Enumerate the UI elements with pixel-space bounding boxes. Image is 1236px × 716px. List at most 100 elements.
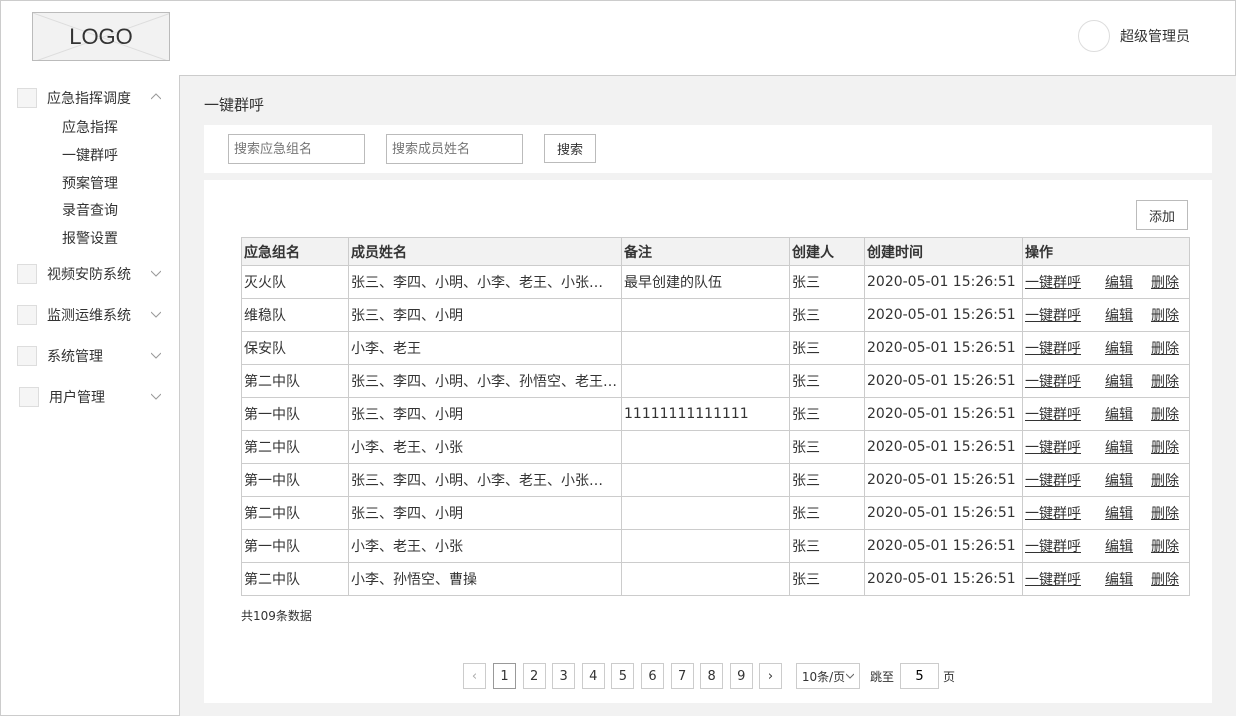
column-header-members[interactable]: 成员姓名 (348, 237, 622, 266)
jump-page-input[interactable] (900, 663, 939, 689)
delete-link[interactable]: 删除 (1151, 407, 1179, 423)
page-button[interactable]: 5 (611, 663, 635, 689)
edit-link[interactable]: 编辑 (1105, 473, 1133, 489)
cell-actions: 一键群呼 编辑 删除 (1022, 331, 1190, 365)
edit-link[interactable]: 编辑 (1105, 341, 1133, 357)
prev-page-button[interactable]: ‹ (463, 663, 486, 689)
cell-created-time: 2020-05-01 15:26:51 (864, 562, 1023, 596)
cell-members: 小李、老王、小张 (348, 430, 622, 464)
delete-link[interactable]: 删除 (1151, 506, 1179, 522)
member-name-search-input[interactable] (386, 134, 523, 164)
chevron-down-icon (151, 352, 161, 359)
column-header-remark[interactable]: 备注 (621, 237, 790, 266)
sidebar-group-user-management[interactable]: 用户管理 (19, 386, 169, 408)
delete-link[interactable]: 删除 (1151, 473, 1179, 489)
edit-link[interactable]: 编辑 (1105, 374, 1133, 390)
chevron-down-icon (151, 393, 161, 400)
edit-link[interactable]: 编辑 (1105, 506, 1133, 522)
page-button[interactable]: 8 (700, 663, 724, 689)
cell-actions: 一键群呼 编辑 删除 (1022, 364, 1190, 398)
table-row: 灭火队 张三、李四、小明、小李、老王、小张… 最早创建的队伍 张三 2020-05-01… (241, 265, 1190, 299)
search-button[interactable]: 搜索 (544, 134, 596, 163)
cell-actions: 一键群呼 编辑 删除 (1022, 298, 1190, 332)
page-button[interactable]: 9 (729, 663, 753, 689)
cell-created-time: 2020-05-01 15:26:51 (864, 298, 1023, 332)
column-header-creator[interactable]: 创建人 (789, 237, 865, 266)
sidebar-group-system-management[interactable]: 系统管理 (17, 345, 167, 367)
group-name-search-input[interactable] (228, 134, 365, 164)
edit-link[interactable]: 编辑 (1105, 539, 1133, 555)
sidebar-item-emergency-command[interactable]: 应急指挥 (62, 118, 118, 138)
page-button[interactable]: 3 (552, 663, 576, 689)
cell-created-time: 2020-05-01 15:26:51 (864, 331, 1023, 365)
cell-members: 张三、李四、小明 (348, 397, 622, 431)
delete-link[interactable]: 删除 (1151, 275, 1179, 291)
group-call-link[interactable]: 一键群呼 (1025, 275, 1081, 291)
page-size-select[interactable]: 10条/页 (796, 663, 860, 689)
cell-group-name: 第二中队 (241, 496, 349, 530)
page-button[interactable]: 2 (522, 663, 546, 689)
cell-group-name: 第二中队 (241, 562, 349, 596)
page-button[interactable]: 6 (641, 663, 664, 689)
cell-created-time: 2020-05-01 15:26:51 (864, 496, 1023, 530)
user-name[interactable]: 超级管理员 (1120, 26, 1190, 46)
edit-link[interactable]: 编辑 (1105, 407, 1133, 423)
avatar[interactable] (1078, 20, 1110, 52)
group-call-link[interactable]: 一键群呼 (1025, 572, 1081, 588)
cell-group-name: 第一中队 (241, 397, 349, 431)
cell-creator: 张三 (789, 496, 865, 530)
delete-link[interactable]: 删除 (1151, 374, 1179, 390)
top-header: LOGO 超级管理员 (0, 0, 1236, 76)
delete-link[interactable]: 删除 (1151, 440, 1179, 456)
group-call-link[interactable]: 一键群呼 (1025, 539, 1081, 555)
sidebar-group-monitoring-ops[interactable]: 监测运维系统 (17, 304, 167, 326)
cell-actions: 一键群呼 编辑 删除 (1022, 265, 1190, 299)
page-button[interactable]: 1 (493, 663, 516, 689)
edit-link[interactable]: 编辑 (1105, 308, 1133, 324)
group-call-link[interactable]: 一键群呼 (1025, 440, 1081, 456)
group-call-link[interactable]: 一键群呼 (1025, 374, 1081, 390)
cell-created-time: 2020-05-01 15:26:51 (864, 265, 1023, 299)
cell-members: 小李、老王、小张 (348, 529, 622, 563)
sidebar-group-emergency[interactable]: 应急指挥调度 (17, 87, 167, 109)
sidebar-item-group-call[interactable]: 一键群呼 (62, 146, 118, 166)
chevron-down-icon (151, 311, 161, 318)
menu-image-icon (17, 88, 37, 108)
table-row: 第二中队 小李、老王、小张 张三 2020-05-01 15:26:51 一键群呼 编辑 删… (241, 430, 1190, 464)
cell-members: 张三、李四、小明 (348, 496, 622, 530)
group-call-link[interactable]: 一键群呼 (1025, 308, 1081, 324)
delete-link[interactable]: 删除 (1151, 308, 1179, 324)
user-menu[interactable]: 超级管理员 (1078, 20, 1190, 52)
cell-actions: 一键群呼 编辑 删除 (1022, 562, 1190, 596)
next-page-button[interactable]: › (759, 663, 782, 689)
page-unit-label: 页 (943, 670, 956, 684)
page-button[interactable]: 4 (581, 663, 605, 689)
sidebar-group-label: 视频安防系统 (47, 267, 131, 283)
group-call-link[interactable]: 一键群呼 (1025, 473, 1081, 489)
cell-creator: 张三 (789, 463, 865, 497)
delete-link[interactable]: 删除 (1151, 539, 1179, 555)
group-call-link[interactable]: 一键群呼 (1025, 407, 1081, 423)
table-row: 第一中队 小李、老王、小张 张三 2020-05-01 15:26:51 一键群呼 编辑 删… (241, 529, 1190, 563)
cell-members: 小李、老王 (348, 331, 622, 365)
sidebar-item-recording-query[interactable]: 录音查询 (62, 201, 118, 221)
cell-remark: 11111111111111 (621, 397, 790, 431)
page-button[interactable]: 7 (670, 663, 694, 689)
sidebar-group-video-security[interactable]: 视频安防系统 (17, 263, 167, 285)
column-header-group-name[interactable]: 应急组名 (241, 237, 349, 266)
group-call-link[interactable]: 一键群呼 (1025, 341, 1081, 357)
edit-link[interactable]: 编辑 (1105, 440, 1133, 456)
table-row: 第二中队 张三、李四、小明 张三 2020-05-01 15:26:51 一键群呼 编辑 删… (241, 496, 1190, 530)
delete-link[interactable]: 删除 (1151, 572, 1179, 588)
add-button[interactable]: 添加 (1136, 200, 1188, 230)
cell-remark: 最早创建的队伍 (621, 265, 790, 299)
sidebar-item-alarm-settings[interactable]: 报警设置 (62, 229, 118, 249)
cell-created-time: 2020-05-01 15:26:51 (864, 529, 1023, 563)
group-call-link[interactable]: 一键群呼 (1025, 506, 1081, 522)
table-row: 第一中队 张三、李四、小明 11111111111111 张三 2020-05-01 1… (241, 397, 1190, 431)
edit-link[interactable]: 编辑 (1105, 572, 1133, 588)
delete-link[interactable]: 删除 (1151, 341, 1179, 357)
sidebar-item-plan-management[interactable]: 预案管理 (62, 174, 118, 194)
edit-link[interactable]: 编辑 (1105, 275, 1133, 291)
column-header-created-time[interactable]: 创建时间 (864, 237, 1023, 266)
